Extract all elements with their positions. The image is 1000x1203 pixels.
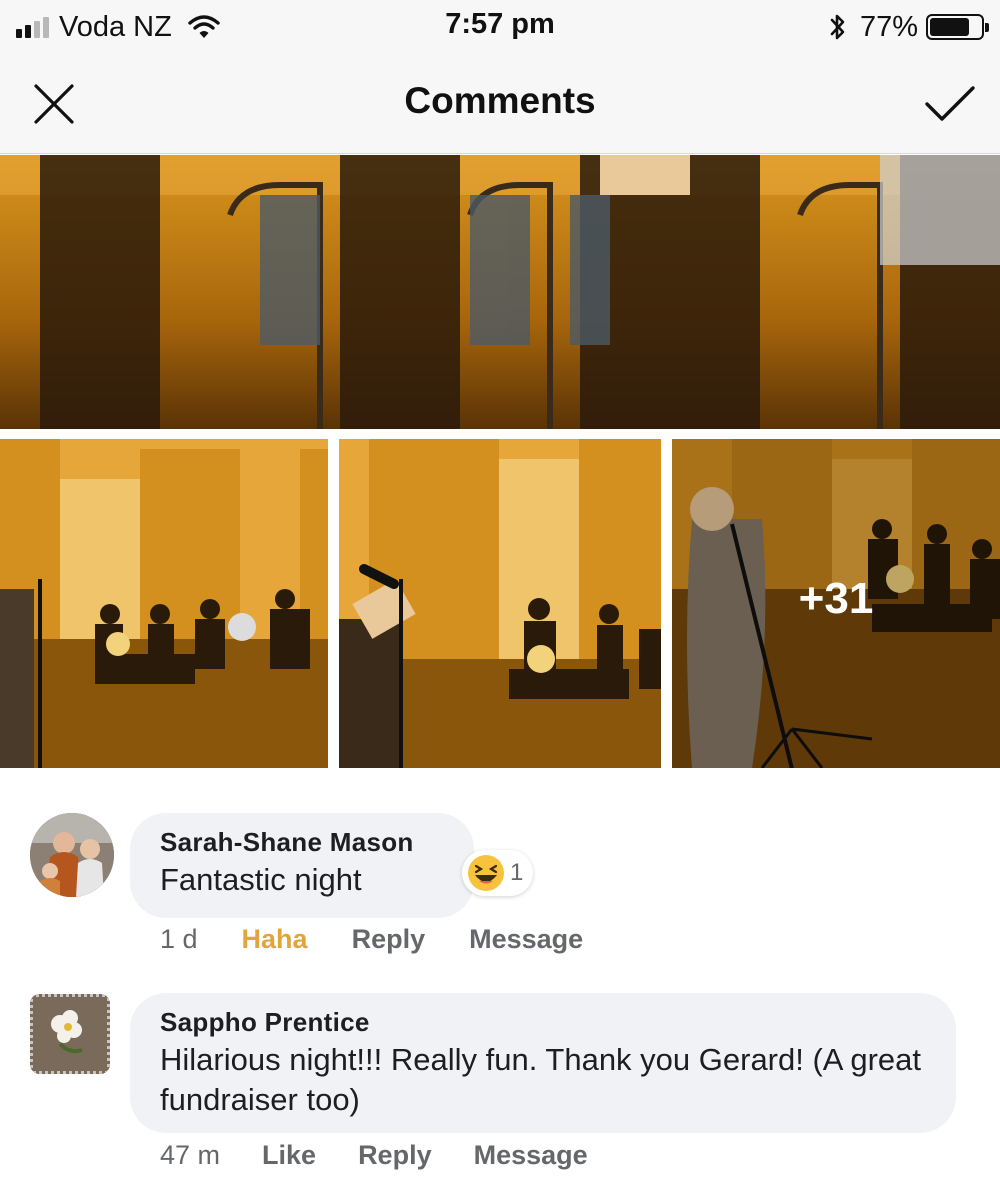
photo-image xyxy=(0,439,328,768)
photo-image xyxy=(339,439,661,768)
reaction-summary[interactable]: 1 xyxy=(462,850,534,896)
reply-button[interactable]: Reply xyxy=(358,1140,432,1171)
message-button[interactable]: Message xyxy=(474,1140,588,1171)
page-title: Comments xyxy=(404,80,596,121)
avatar-image xyxy=(30,813,114,897)
comment-author[interactable]: Sappho Prentice xyxy=(160,1007,926,1038)
comment-bubble[interactable]: Sarah-Shane Mason Fantastic night xyxy=(130,813,474,918)
status-right: 77% xyxy=(828,8,989,46)
header-bar: Comments xyxy=(0,54,1000,154)
reaction-count: 1 xyxy=(510,859,524,886)
comment-actions: 47 m Like Reply Message xyxy=(160,1140,588,1171)
avatar[interactable] xyxy=(30,994,110,1074)
more-photos-count: +31 xyxy=(798,573,874,623)
battery-percent: 77% xyxy=(859,10,918,43)
avatar-image xyxy=(30,994,110,1074)
more-photos-overlay[interactable]: +31 xyxy=(672,439,1000,768)
status-bar: Voda NZ 7:57 pm 77% xyxy=(0,0,1000,54)
haha-emoji-icon xyxy=(468,855,504,891)
post-photo-thumb[interactable] xyxy=(0,439,328,768)
done-button[interactable] xyxy=(918,72,982,136)
comment-actions: 1 d Haha Reply Message xyxy=(160,924,583,955)
checkmark-icon xyxy=(925,86,975,121)
reply-button[interactable]: Reply xyxy=(352,924,426,955)
like-button[interactable]: Like xyxy=(262,1140,316,1171)
comment-bubble[interactable]: Sappho Prentice Hilarious night!!! Reall… xyxy=(130,993,956,1133)
bluetooth-icon xyxy=(830,14,845,40)
comment-text: Hilarious night!!! Really fun. Thank you… xyxy=(160,1042,922,1117)
post-photo-more[interactable]: +31 xyxy=(672,439,1000,768)
comment-item: Sappho Prentice Hilarious night!!! Reall… xyxy=(0,990,1000,1190)
avatar[interactable] xyxy=(30,813,114,897)
comment-timestamp[interactable]: 1 d xyxy=(160,924,198,955)
battery-icon xyxy=(926,14,989,40)
message-button[interactable]: Message xyxy=(469,924,583,955)
post-photo-thumb[interactable] xyxy=(339,439,661,768)
comment-author[interactable]: Sarah-Shane Mason xyxy=(160,827,444,858)
post-photo-main[interactable] xyxy=(0,155,1000,429)
reaction-button[interactable]: Haha xyxy=(242,924,308,955)
battery-fill xyxy=(930,18,969,36)
photo-image xyxy=(0,155,1000,429)
comment-timestamp[interactable]: 47 m xyxy=(160,1140,220,1171)
comment-item: Sarah-Shane Mason Fantastic night 1 1 d … xyxy=(0,800,1000,980)
comment-text: Fantastic night xyxy=(160,862,362,897)
